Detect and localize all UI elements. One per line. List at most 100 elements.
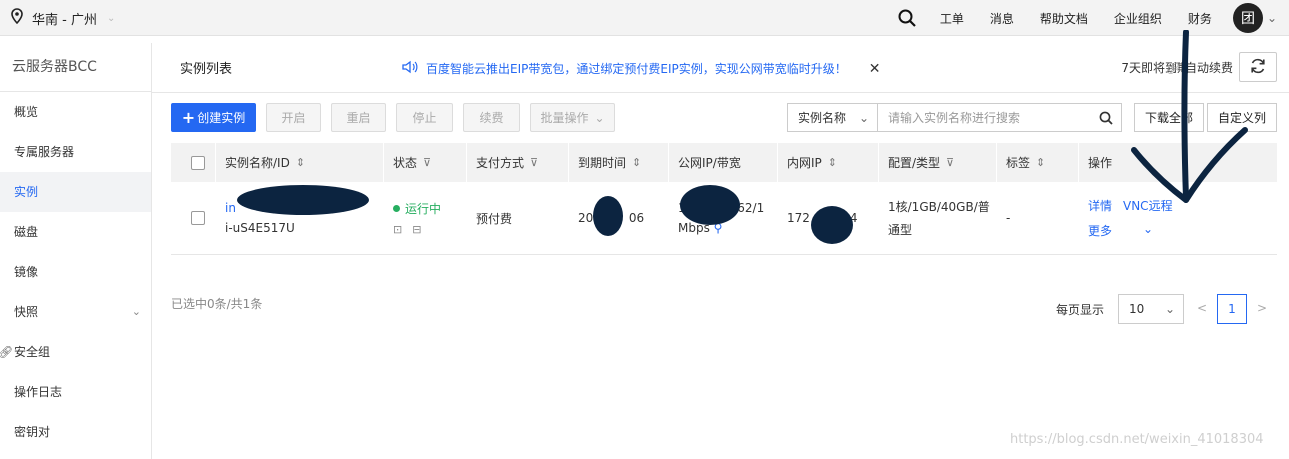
search-icon[interactable] [887, 9, 927, 27]
sidebar-item-label: 实例 [14, 185, 39, 199]
sidebar-item-instances[interactable]: 实例 [0, 172, 151, 212]
col-tags-label: 标签 [1006, 156, 1031, 170]
batch-operations-dropdown[interactable]: 批量操作 ⌄ [530, 103, 615, 132]
chevron-down-icon: ⌄ [131, 305, 141, 318]
page-number-current[interactable]: 1 [1217, 294, 1247, 324]
refresh-button[interactable] [1239, 52, 1277, 82]
chevron-down-icon: ⌄ [594, 110, 605, 125]
nav-help-docs[interactable]: 帮助文档 [1027, 10, 1101, 27]
select-all-checkbox[interactable] [191, 155, 205, 170]
redaction-mark [811, 206, 853, 244]
start-button[interactable]: 开启 [266, 103, 321, 132]
sidebar-item-security-groups[interactable]: 🔗︎ 安全组 [0, 332, 151, 372]
create-instance-button[interactable]: + 创建实例 [171, 103, 256, 132]
col-payment[interactable]: 支付方式 ⊽ [466, 143, 568, 182]
nav-finance[interactable]: 财务 [1175, 10, 1225, 27]
cell-actions: 详情 VNC远程 更多 ⌄ [1078, 182, 1277, 254]
user-menu[interactable]: 团 ⌄ [1225, 3, 1289, 33]
notice-text[interactable]: 百度智能云推出EIP带宽包，通过绑定预付费EIP实例，实现公网带宽临时升级！ [426, 60, 847, 77]
renew-button[interactable]: 续费 [463, 103, 520, 132]
sidebar-item-disks[interactable]: 磁盘 [0, 212, 151, 252]
sidebar-item-label: 专属服务器 [14, 145, 75, 159]
col-private-ip-label: 内网IP [787, 156, 822, 170]
prev-page-button[interactable]: < [1197, 301, 1207, 315]
speaker-icon [402, 60, 418, 77]
chevron-down-icon[interactable]: ⌄ [1123, 222, 1277, 239]
col-name-id-label: 实例名称/ID [225, 156, 290, 170]
cell-public-ip: 1862/1 Mbps ⚲ [668, 182, 777, 254]
vnc-remote-link[interactable]: VNC远程 [1123, 197, 1277, 214]
sidebar-item-snapshots[interactable]: 快照 ⌄ [0, 292, 151, 332]
col-expire-time-label: 到期时间 [578, 156, 627, 170]
sidebar-item-dedicated-servers[interactable]: 专属服务器 [0, 132, 151, 172]
nav-ticket[interactable]: 工单 [927, 10, 977, 27]
col-tags[interactable]: 标签 ⇕ [996, 143, 1078, 182]
custom-columns-button[interactable]: 自定义列 [1207, 103, 1277, 132]
col-config[interactable]: 配置/类型 ⊽ [878, 143, 996, 182]
create-instance-label: 创建实例 [197, 111, 246, 125]
filter-icon[interactable]: ⊽ [530, 156, 538, 169]
search-icon[interactable] [1091, 104, 1121, 131]
auto-renew-link[interactable]: 🔗︎ 自动续费 [1166, 59, 1233, 76]
nav-enterprise[interactable]: 企业组织 [1101, 10, 1175, 27]
sidebar-item-operation-logs[interactable]: 操作日志 [0, 372, 151, 412]
col-expire-time[interactable]: 到期时间 ⇕ [568, 143, 668, 182]
col-public-ip[interactable]: 公网IP/带宽 [668, 143, 777, 182]
col-private-ip[interactable]: 内网IP ⇕ [777, 143, 878, 182]
status-badge: 运行中 [393, 200, 466, 217]
row-select-cell [171, 182, 215, 254]
status-icons: ⊡ ⊟ [393, 223, 466, 236]
link-icon: 🔗︎ [1165, 61, 1182, 75]
cell-status: 运行中 ⊡ ⊟ [383, 182, 466, 254]
col-public-ip-label: 公网IP/带宽 [678, 156, 741, 170]
sidebar-item-label: 磁盘 [14, 225, 39, 239]
sidebar-item-overview[interactable]: 概览 [0, 92, 151, 132]
monitor-icon[interactable]: ⊡ [393, 223, 402, 236]
sidebar-item-images[interactable]: 镜像 [0, 252, 151, 292]
search-field-select[interactable]: 实例名称 ⌄ [788, 104, 878, 131]
sidebar-item-key-pairs[interactable]: 密钥对 [0, 412, 151, 452]
page-size-select[interactable]: 10 ⌄ [1118, 294, 1184, 324]
col-status-label: 状态 [393, 156, 418, 170]
search-field-label: 实例名称 [798, 111, 847, 125]
chevron-down-icon: ⌄ [1266, 11, 1277, 25]
page-size-value: 10 [1129, 302, 1145, 316]
sidebar-item-label: 概览 [14, 105, 39, 119]
cell-payment: 预付费 [466, 182, 568, 254]
table-row: in i-uS4E517U 运行中 ⊡⊟ 预付费 20106 1862/1 Mb… [171, 182, 1277, 255]
region-selector[interactable]: 华南 - 广州 ⌄ [10, 8, 115, 28]
cell-name-id: in i-uS4E517U [215, 182, 383, 254]
filter-icon[interactable]: ⊽ [423, 156, 431, 169]
sort-icon[interactable]: ⇕ [632, 156, 641, 169]
redaction-mark [237, 185, 369, 215]
detail-link[interactable]: 详情 [1088, 197, 1121, 214]
cell-tags: - [996, 182, 1078, 254]
next-page-button[interactable]: > [1257, 301, 1267, 315]
close-icon[interactable]: ✕ [869, 61, 881, 77]
search-input[interactable] [878, 104, 1091, 131]
selection-summary: 已选中0条/共1条 [171, 297, 263, 311]
sort-icon[interactable]: ⇕ [1036, 156, 1045, 169]
auto-renew-label: 自动续费 [1184, 61, 1233, 75]
row-actions: 详情 VNC远程 更多 ⌄ [1088, 197, 1277, 239]
col-status[interactable]: 状态 ⊽ [383, 143, 466, 182]
restart-button[interactable]: 重启 [331, 103, 386, 132]
tag-value: - [1006, 211, 1011, 225]
download-all-button[interactable]: 下载全部 [1134, 103, 1204, 132]
row-checkbox[interactable] [191, 211, 205, 225]
sort-icon[interactable]: ⇕ [296, 156, 305, 169]
sort-icon[interactable]: ⇕ [828, 156, 837, 169]
private-ip-start: 172 [787, 211, 810, 225]
status-label: 运行中 [405, 202, 442, 216]
col-payment-label: 支付方式 [476, 156, 525, 170]
col-name-id[interactable]: 实例名称/ID ⇕ [215, 143, 383, 182]
avatar[interactable]: 团 [1232, 3, 1263, 33]
tag-icon[interactable]: ⊟ [412, 223, 421, 236]
config-line-2: 通型 [888, 223, 913, 237]
col-config-label: 配置/类型 [888, 156, 941, 170]
filter-icon[interactable]: ⊽ [946, 156, 954, 169]
location-pin-icon [10, 8, 24, 28]
stop-button[interactable]: 停止 [396, 103, 453, 132]
more-link[interactable]: 更多 [1088, 222, 1121, 239]
nav-messages[interactable]: 消息 [977, 10, 1027, 27]
